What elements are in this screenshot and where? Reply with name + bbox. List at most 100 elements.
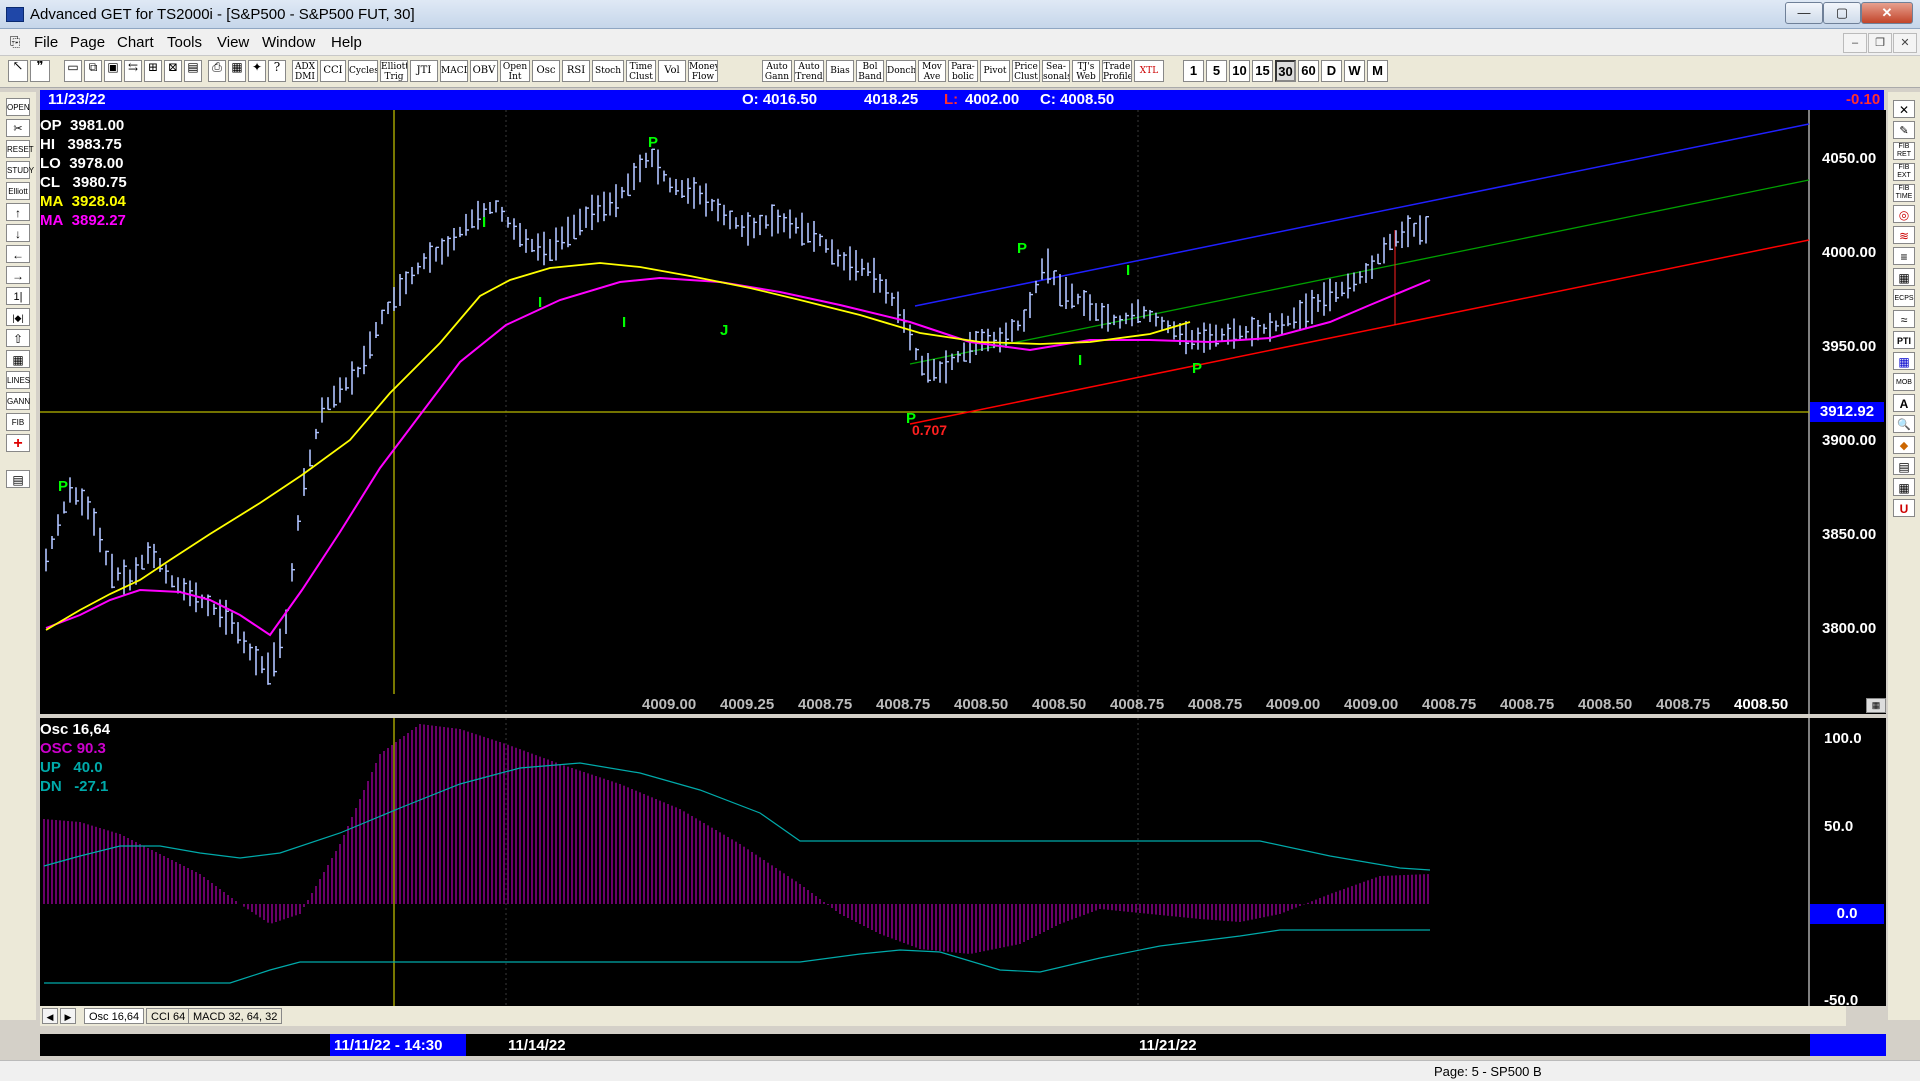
- study-price-clust-button[interactable]: Price Clust: [1012, 60, 1040, 82]
- menu-page[interactable]: Page: [70, 34, 105, 51]
- arrow-left-icon[interactable]: ←: [6, 245, 30, 263]
- mdi-minimize-button[interactable]: –: [1843, 33, 1867, 53]
- study-money-flow-button[interactable]: Money Flow: [688, 60, 718, 82]
- study-cycles-button[interactable]: Cycles: [348, 60, 378, 82]
- pencil-icon[interactable]: ✎: [1893, 121, 1915, 139]
- study-parabolic-button[interactable]: Para-bolic: [948, 60, 978, 82]
- timeframe-w-button[interactable]: W: [1344, 60, 1365, 82]
- bulb-icon[interactable]: ✦: [248, 60, 266, 82]
- menu-window[interactable]: Window: [262, 34, 315, 51]
- new-page-icon[interactable]: ▭: [64, 60, 82, 82]
- box-icon[interactable]: ▦: [1893, 268, 1915, 286]
- study-donch-button[interactable]: Donch: [886, 60, 916, 82]
- mob-tool[interactable]: MOB: [1893, 373, 1915, 391]
- crosshair-icon[interactable]: +: [6, 434, 30, 452]
- help-icon[interactable]: ?: [268, 60, 286, 82]
- study-pivot-button[interactable]: Pivot: [980, 60, 1010, 82]
- arrange-icon[interactable]: ⇆: [124, 60, 142, 82]
- study-rsi-button[interactable]: RSI: [562, 60, 590, 82]
- minimize-button[interactable]: —: [1785, 2, 1823, 24]
- menu-file[interactable]: File: [34, 34, 58, 51]
- text-icon[interactable]: A: [1893, 394, 1915, 412]
- pti-tool[interactable]: PTI: [1893, 331, 1915, 349]
- timeframe-5-button[interactable]: 5: [1206, 60, 1227, 82]
- ecps-tool[interactable]: ECPS: [1893, 289, 1915, 307]
- fib-time-tool[interactable]: FIB TIME: [1893, 184, 1915, 202]
- print-icon[interactable]: ⎙: [208, 60, 226, 82]
- tab-prev-icon[interactable]: ◀: [42, 1008, 58, 1024]
- grid-icon[interactable]: ⊠: [164, 60, 182, 82]
- timeframe-60-button[interactable]: 60: [1298, 60, 1319, 82]
- properties-icon[interactable]: ▤: [6, 470, 30, 488]
- gann-tool[interactable]: GANN: [6, 392, 30, 410]
- chart-scale-icon[interactable]: ▦: [1866, 698, 1886, 713]
- zoom-icon[interactable]: 🔍: [1893, 415, 1915, 433]
- preview-icon[interactable]: ▦: [228, 60, 246, 82]
- study-cci-button[interactable]: CCI: [320, 60, 346, 82]
- marker-icon[interactable]: ◆: [1893, 436, 1915, 454]
- timeframe-d-button[interactable]: D: [1321, 60, 1342, 82]
- tab-osc[interactable]: Osc 16,64: [84, 1008, 145, 1024]
- study-bol-band-button[interactable]: Bol Band: [856, 60, 884, 82]
- lines-tool[interactable]: LINES: [6, 371, 30, 389]
- study-tool[interactable]: STUDY: [6, 161, 34, 179]
- open-tool[interactable]: OPEN: [6, 98, 30, 116]
- elliott-tool[interactable]: Elliott: [6, 182, 30, 200]
- mdi-restore-button[interactable]: ❐: [1868, 33, 1892, 53]
- study-auto-trend-button[interactable]: Auto Trend: [794, 60, 824, 82]
- timeframe-1-button[interactable]: 1: [1183, 60, 1204, 82]
- timeframe-10-button[interactable]: 10: [1229, 60, 1250, 82]
- wave-icon[interactable]: ≈: [1893, 310, 1915, 328]
- close-button[interactable]: ✕: [1861, 2, 1913, 24]
- list-icon[interactable]: ▤: [1893, 457, 1915, 475]
- tile-icon[interactable]: ⊞: [144, 60, 162, 82]
- timeframe-m-button[interactable]: M: [1367, 60, 1388, 82]
- study-time-clust-button[interactable]: Time Clust: [626, 60, 656, 82]
- expand-icon[interactable]: ⇧: [6, 329, 30, 347]
- tab-macd[interactable]: MACD 32, 64, 32: [188, 1008, 283, 1024]
- quote-icon[interactable]: ❞: [30, 60, 50, 82]
- copy-icon[interactable]: ⧉: [84, 60, 102, 82]
- study-bias-button[interactable]: Bias: [826, 60, 854, 82]
- study-macd-button[interactable]: MACD: [440, 60, 468, 82]
- study-elliott-trig-button[interactable]: Elliott Trig: [380, 60, 408, 82]
- pointer-icon[interactable]: ↖: [8, 60, 28, 82]
- reset-tool[interactable]: RESET: [6, 140, 34, 158]
- delete-icon[interactable]: ✕: [1893, 100, 1915, 118]
- document-menu-icon[interactable]: ⎘: [10, 34, 20, 50]
- menu-view[interactable]: View: [217, 34, 249, 51]
- menu-help[interactable]: Help: [331, 34, 362, 51]
- study-xtl-button[interactable]: XTL: [1134, 60, 1164, 82]
- study-auto-gann-button[interactable]: Auto Gann: [762, 60, 792, 82]
- study-jti-button[interactable]: JTI: [410, 60, 438, 82]
- maximize-button[interactable]: ▢: [1823, 2, 1861, 24]
- chart-grid-icon[interactable]: ▦: [6, 350, 30, 368]
- circle-icon[interactable]: ◎: [1893, 205, 1915, 223]
- study-obv-button[interactable]: OBV: [470, 60, 498, 82]
- study-seasonals-button[interactable]: Sea-sonals: [1042, 60, 1070, 82]
- menu-chart[interactable]: Chart: [117, 34, 154, 51]
- fan-icon[interactable]: ≋: [1893, 226, 1915, 244]
- timeframe-30-button[interactable]: 30: [1275, 60, 1296, 82]
- table-icon[interactable]: ▤: [184, 60, 202, 82]
- layout-icon[interactable]: ▦: [1893, 478, 1915, 496]
- study-osc-button[interactable]: Osc: [532, 60, 560, 82]
- timeframe-15-button[interactable]: 15: [1252, 60, 1273, 82]
- study-mov-ave-button[interactable]: Mov Ave: [918, 60, 946, 82]
- compress-icon[interactable]: |◆|: [6, 308, 30, 326]
- tab-next-icon[interactable]: ▶: [60, 1008, 76, 1024]
- arrow-up-icon[interactable]: ↑: [6, 203, 30, 221]
- bar-tool-icon[interactable]: 1|: [6, 287, 30, 305]
- u-icon[interactable]: U: [1893, 499, 1915, 517]
- save-icon[interactable]: ▣: [104, 60, 122, 82]
- fib-ret-tool[interactable]: FIB RET: [1893, 142, 1915, 160]
- fib-tool[interactable]: FIB: [6, 413, 30, 431]
- tab-cci[interactable]: CCI 64: [146, 1008, 191, 1024]
- study-trade-profile-button[interactable]: Trade Profile: [1102, 60, 1132, 82]
- arrow-down-icon[interactable]: ↓: [6, 224, 30, 242]
- study-adx-dmi-button[interactable]: ADX DMI: [292, 60, 318, 82]
- menu-tools[interactable]: Tools: [167, 34, 202, 51]
- study-stoch-button[interactable]: Stoch: [592, 60, 624, 82]
- study-open-int-button[interactable]: Open Int: [500, 60, 530, 82]
- fib-ext-tool[interactable]: FIB EXT: [1893, 163, 1915, 181]
